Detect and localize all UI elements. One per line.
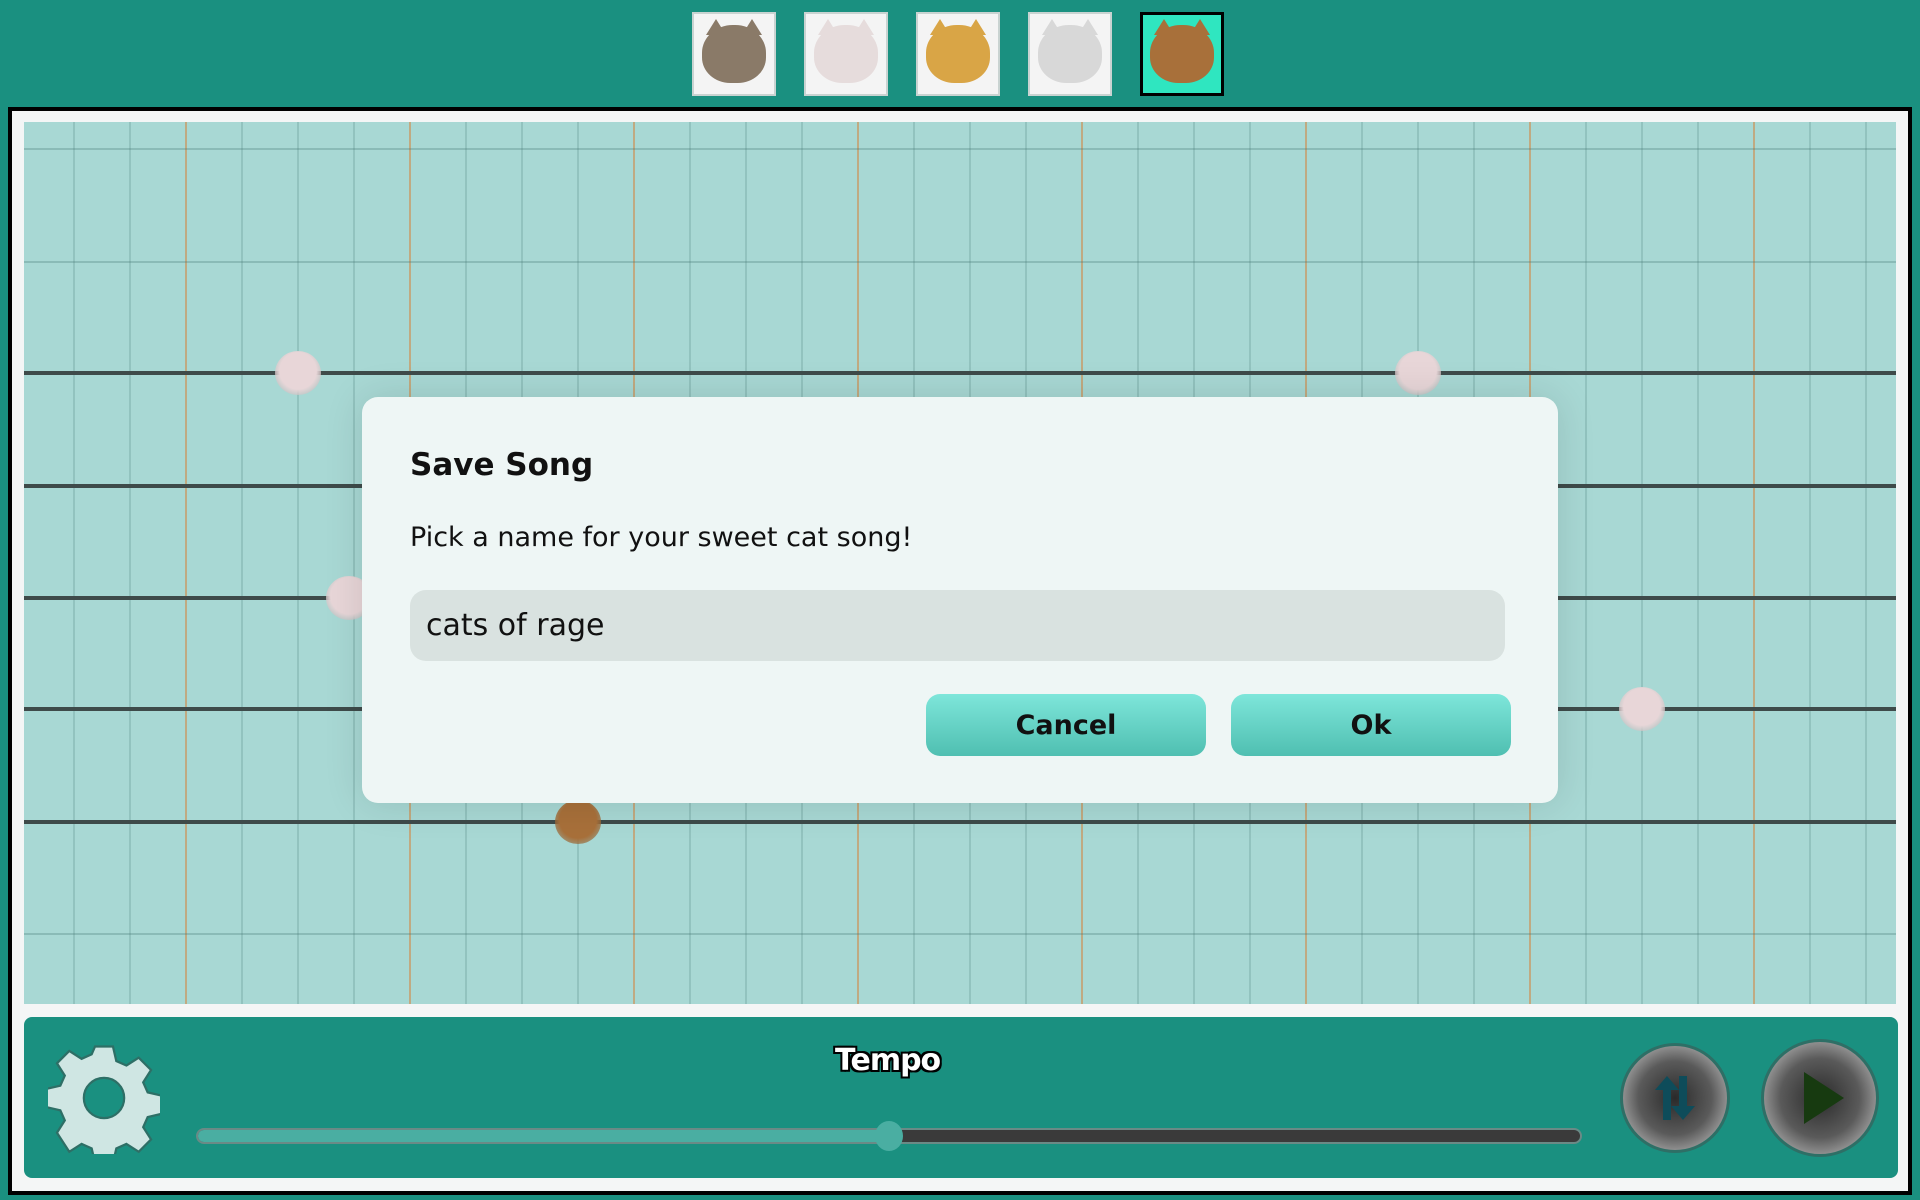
staff-line (24, 820, 1896, 824)
lion-icon (1150, 19, 1214, 83)
white-kitten-icon (814, 19, 878, 83)
silver-kitten-icon (1038, 19, 1102, 83)
note-white-kitten-icon[interactable] (1619, 687, 1665, 731)
grid-line (24, 148, 1896, 150)
dialog-message: Pick a name for your sweet cat song! (410, 522, 913, 553)
play-button[interactable] (1761, 1039, 1879, 1157)
control-bar (24, 1017, 1898, 1178)
tempo-slider-fill (198, 1130, 889, 1142)
orange-kitten-icon (926, 19, 990, 83)
note-white-kitten-icon[interactable] (275, 351, 321, 395)
cat-thumb-white-kitten[interactable] (804, 12, 888, 96)
swap-arrows-icon (1655, 1076, 1695, 1120)
note-white-kitten-icon[interactable] (1395, 351, 1441, 395)
cat-thumb-silver-kitten[interactable] (1028, 12, 1112, 96)
loop-button[interactable] (1620, 1043, 1730, 1153)
note-lion-icon[interactable] (555, 800, 601, 844)
tempo-slider-thumb[interactable] (875, 1121, 903, 1151)
cat-thumb-lion[interactable] (1140, 12, 1224, 96)
tempo-label: Tempo (835, 1043, 941, 1078)
tabby-kitten-icon (702, 19, 766, 83)
ok-button[interactable]: Ok (1231, 694, 1511, 756)
song-name-input[interactable] (410, 590, 1505, 661)
save-song-dialog: Save Song Pick a name for your sweet cat… (362, 397, 1558, 803)
play-icon (1804, 1072, 1844, 1124)
grid-line (24, 261, 1896, 263)
gear-icon[interactable] (48, 1042, 160, 1154)
cancel-button[interactable]: Cancel (926, 694, 1206, 756)
grid-line (24, 933, 1896, 935)
dialog-title: Save Song (410, 447, 594, 483)
cat-thumb-orange-kitten[interactable] (916, 12, 1000, 96)
cat-thumb-tabby-kitten[interactable] (692, 12, 776, 96)
